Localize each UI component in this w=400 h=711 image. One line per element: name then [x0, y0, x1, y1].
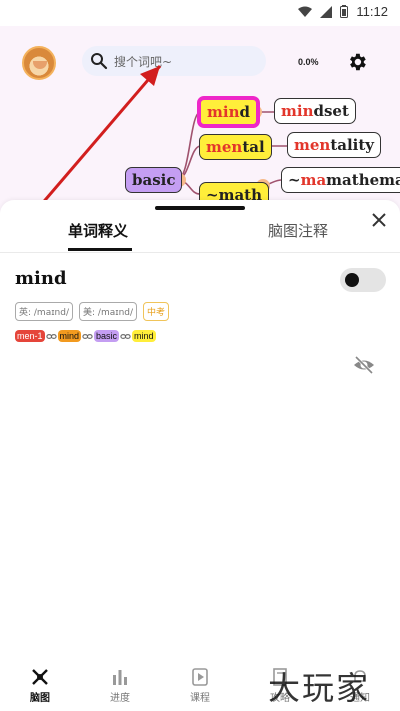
toggle-knob	[345, 273, 359, 287]
root-chip[interactable]: men-1	[15, 330, 45, 342]
status-icons: 11:12	[298, 4, 388, 19]
link-icon	[45, 333, 57, 339]
wifi-icon	[298, 6, 313, 17]
root-chain: men-1 mind basic mind	[15, 330, 156, 342]
node-mindset[interactable]: mindset	[274, 98, 356, 124]
node-basic[interactable]: basic	[125, 167, 183, 193]
node-mentality[interactable]: mentality	[287, 132, 382, 158]
word-detail-sheet: 单词释义 脑图注释 mind 英: /maɪnd/ 美: /maɪnd/ 中考 …	[0, 200, 400, 655]
word-title: mind	[15, 268, 67, 289]
node-mental[interactable]: mental	[199, 134, 272, 160]
root-chip[interactable]: mind	[57, 330, 82, 342]
eye-off-icon[interactable]	[353, 355, 375, 375]
watermark: 大玩家	[268, 669, 371, 707]
divider	[0, 252, 400, 253]
tab-word-definition[interactable]: 单词释义	[68, 220, 128, 241]
nav-item-mindmap[interactable]: 脑图	[15, 667, 65, 704]
tab-mindmap-notes[interactable]: 脑图注释	[268, 220, 328, 241]
status-time: 11:12	[356, 4, 388, 19]
node-mathematics[interactable]: ~mamathematics	[281, 167, 400, 193]
nav-label: 课程	[190, 693, 210, 704]
mindmap-icon	[32, 669, 48, 685]
battery-icon	[340, 5, 349, 18]
node-mind[interactable]: mind	[197, 96, 260, 128]
close-icon[interactable]	[371, 212, 387, 228]
play-icon	[192, 668, 208, 686]
link-icon	[82, 333, 93, 339]
root-chip[interactable]: mind	[132, 330, 156, 342]
nav-label: 脑图	[30, 693, 50, 704]
pronunciation-uk[interactable]: 英: /maɪnd/	[15, 302, 74, 321]
signal-icon	[320, 5, 333, 18]
sheet-drag-handle[interactable]	[155, 206, 245, 210]
pronunciation-us[interactable]: 美: /maɪnd/	[79, 302, 138, 321]
nav-label: 进度	[110, 693, 130, 704]
mindmap-canvas[interactable]: 搜个词吧~ 0.0% mind mindset mental mentality…	[0, 26, 400, 216]
level-badge: 中考	[143, 302, 170, 321]
bar-chart-icon	[113, 670, 127, 685]
nav-item-courses[interactable]: 课程	[175, 667, 225, 704]
tab-indicator	[68, 248, 132, 251]
root-chip[interactable]: basic	[94, 330, 120, 342]
link-icon	[120, 333, 131, 339]
nav-item-progress[interactable]: 进度	[95, 667, 145, 704]
status-bar: 11:12	[0, 0, 400, 26]
display-toggle[interactable]	[340, 268, 386, 292]
pronunciation-row: 英: /maɪnd/ 美: /maɪnd/ 中考	[15, 302, 170, 321]
